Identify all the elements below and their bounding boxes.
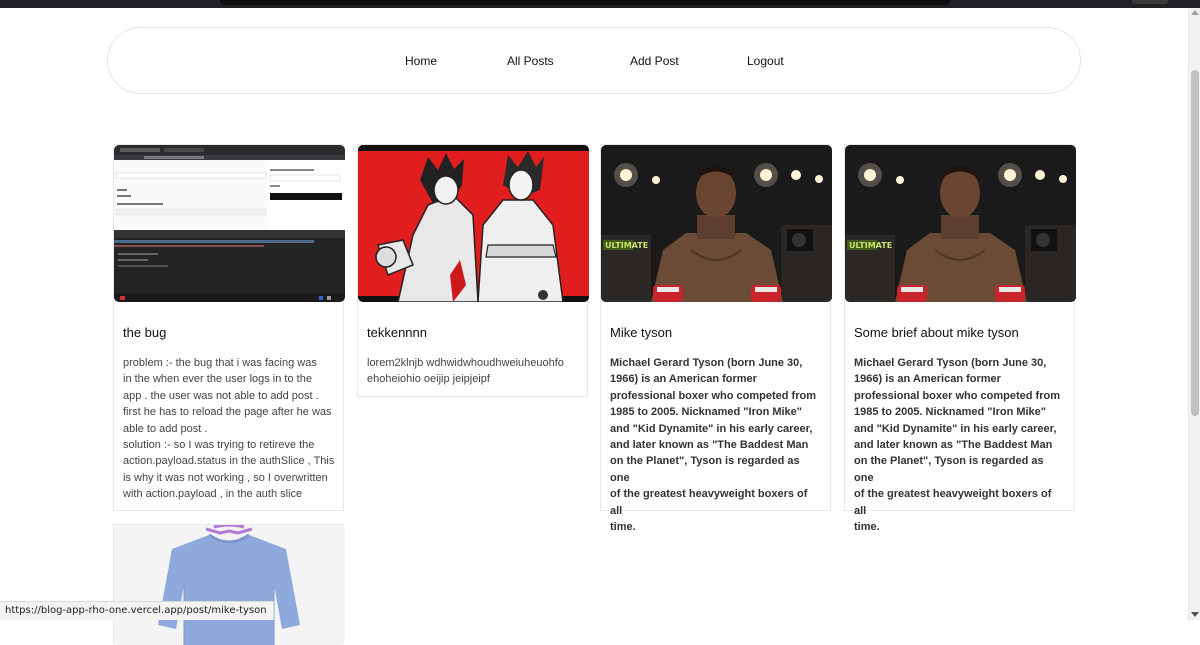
browser-top-bar	[0, 0, 1200, 8]
post-card[interactable]	[113, 524, 344, 644]
post-excerpt: problem :- the bug that i was facing was…	[123, 355, 335, 503]
scrollbar-thumb[interactable]	[1191, 70, 1199, 416]
post-excerpt: lorem2klnjb wdhwidwhoudhweiuheuohfo ehoh…	[367, 355, 579, 388]
nav-home-link[interactable]: Home	[405, 54, 437, 68]
scroll-down-arrow-icon[interactable]	[1191, 612, 1199, 617]
post-image-tekken-artwork[interactable]	[358, 145, 589, 302]
svg-text:ULTIMATE: ULTIMATE	[605, 241, 648, 250]
post-title[interactable]: the bug	[123, 325, 166, 340]
post-image-sweatshirt[interactable]	[114, 525, 345, 645]
post-title[interactable]: Some brief about mike tyson	[854, 325, 1019, 340]
post-excerpt: Michael Gerard Tyson (born June 30, 1966…	[854, 355, 1066, 535]
browser-button[interactable]	[1132, 0, 1168, 4]
post-card[interactable]: tekkennnn lorem2klnjb wdhwidwhoudhweiuhe…	[357, 144, 588, 397]
address-bar[interactable]	[220, 0, 950, 5]
post-image-boxer-photo[interactable]: ULTIMATE	[601, 145, 832, 302]
nav-all-posts-link[interactable]: All Posts	[507, 54, 554, 68]
post-image-code-screenshot[interactable]	[114, 145, 345, 302]
svg-text:ULTIMATE: ULTIMATE	[849, 241, 892, 250]
post-card[interactable]: the bug problem :- the bug that i was fa…	[113, 144, 344, 511]
post-title[interactable]: Mike tyson	[610, 325, 672, 340]
page-scrollbar[interactable]	[1188, 8, 1200, 620]
main-navbar: Home All Posts Add Post Logout	[107, 27, 1081, 94]
post-excerpt: Michael Gerard Tyson (born June 30, 1966…	[610, 355, 822, 535]
nav-logout-link[interactable]: Logout	[747, 54, 784, 68]
post-card[interactable]: ULTIMATE Some brief about mike tyson Mic…	[844, 144, 1075, 511]
post-title[interactable]: tekkennnn	[367, 325, 427, 340]
scroll-up-arrow-icon[interactable]	[1191, 10, 1199, 15]
link-status-tooltip: https://blog-app-rho-one.vercel.app/post…	[0, 601, 274, 620]
post-card[interactable]: ULTIMATE Mike tyson Michael Gerard Tyson…	[600, 144, 831, 511]
post-image-boxer-photo[interactable]: ULTIMATE	[845, 145, 1076, 302]
nav-add-post-link[interactable]: Add Post	[630, 54, 679, 68]
